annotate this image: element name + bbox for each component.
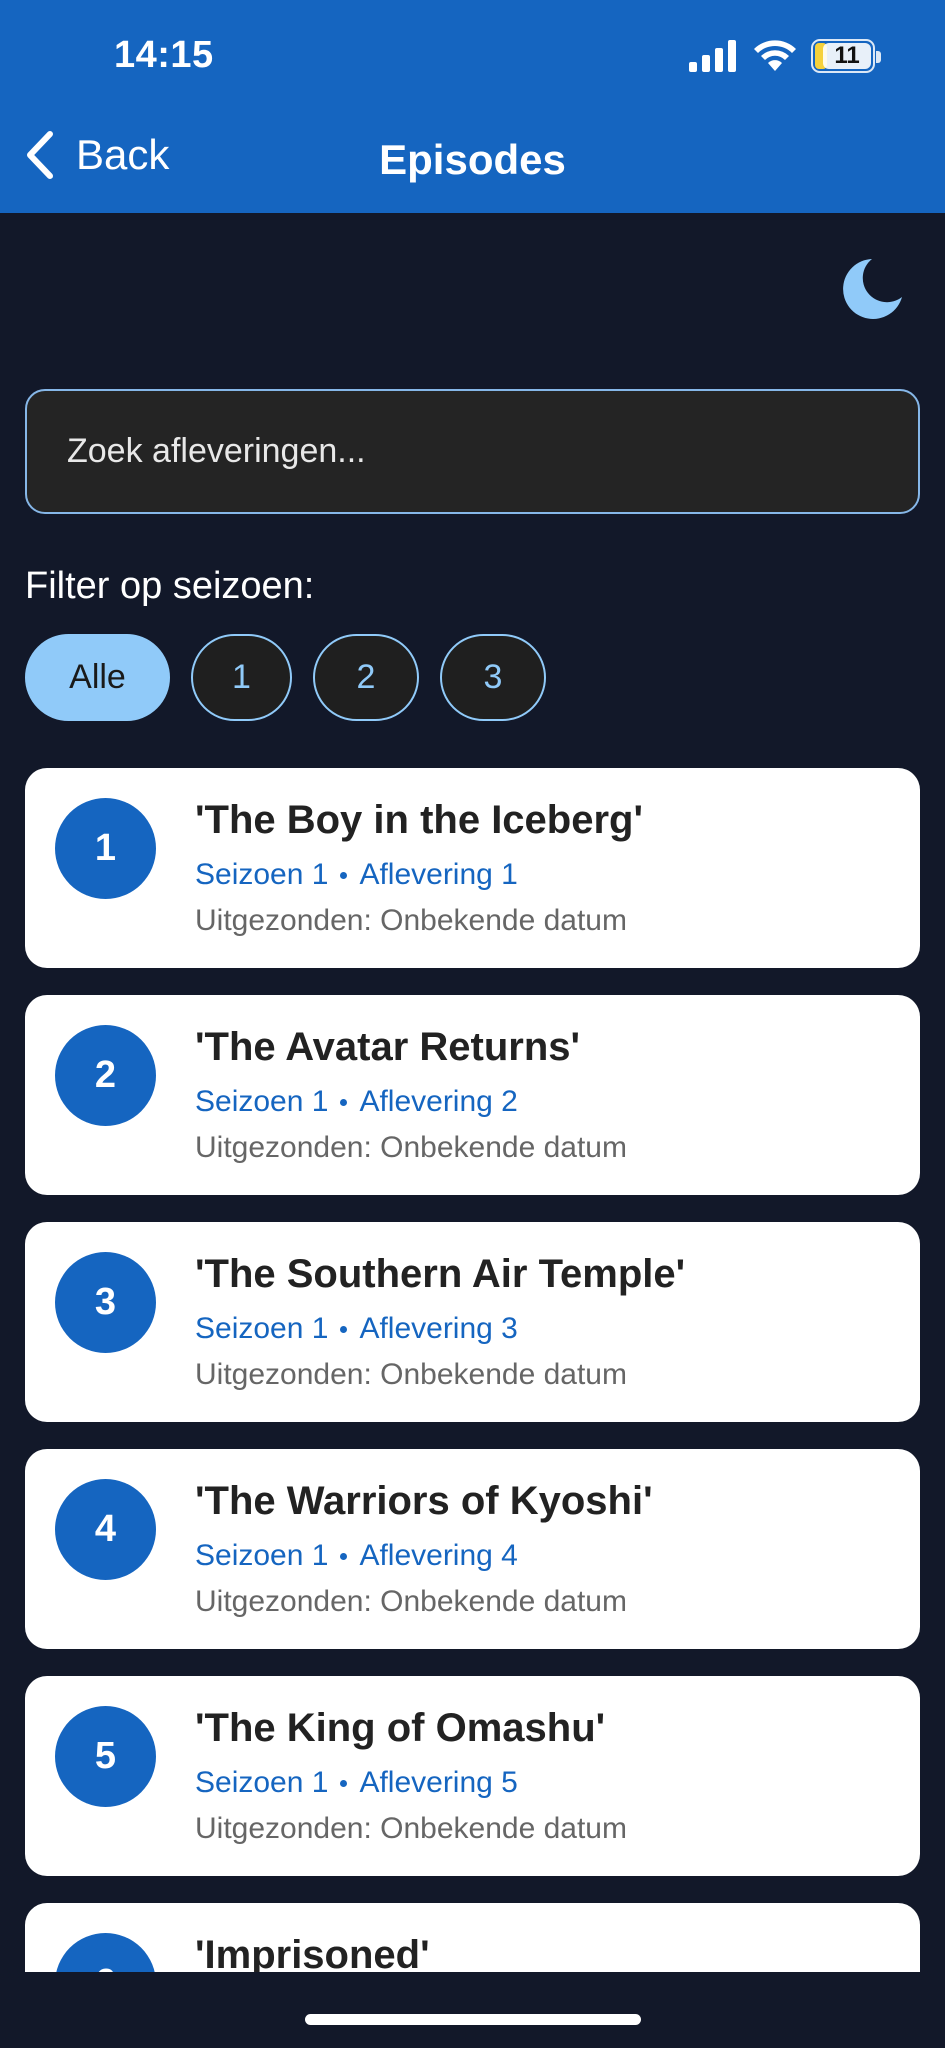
episode-number-label: Aflevering 2 (359, 1085, 518, 1118)
episode-meta: Seizoen 1 Aflevering 4 (195, 1539, 518, 1573)
episode-number-badge: 5 (55, 1706, 156, 1807)
episode-number-label: Aflevering 4 (359, 1539, 518, 1572)
episode-aired: Uitgezonden: Onbekende datum (195, 1131, 627, 1164)
search-input[interactable] (25, 389, 920, 514)
header-bar: 14:15 11 Back Episodes (0, 0, 945, 213)
filter-label: Filter op seizoen: (25, 565, 315, 607)
episode-card[interactable]: 5 'The King of Omashu' Seizoen 1 Aflever… (25, 1676, 920, 1876)
episode-title: 'The Southern Air Temple' (195, 1252, 686, 1296)
episode-number-badge: 1 (55, 798, 156, 899)
episode-number-label: Aflevering 1 (359, 858, 518, 891)
season-filter: Alle 1 2 3 (25, 634, 546, 721)
wifi-icon (753, 39, 797, 73)
episode-season: Seizoen 1 (195, 858, 329, 891)
status-time: 14:15 (114, 34, 214, 76)
episode-aired: Uitgezonden: Onbekende datum (195, 904, 627, 937)
episode-season: Seizoen 1 (195, 1312, 329, 1345)
battery-icon: 11 (811, 39, 881, 73)
episode-card[interactable]: 3 'The Southern Air Temple' Seizoen 1 Af… (25, 1222, 920, 1422)
separator-dot (340, 1325, 348, 1333)
page-title: Episodes (379, 136, 566, 183)
moon-icon (843, 259, 902, 319)
episode-meta: Seizoen 1 Aflevering 3 (195, 1312, 518, 1346)
episode-season: Seizoen 1 (195, 1539, 329, 1572)
theme-toggle-button[interactable] (838, 255, 906, 323)
episode-card[interactable]: 1 'The Boy in the Iceberg' Seizoen 1 Afl… (25, 768, 920, 968)
episode-title: 'The Avatar Returns' (195, 1025, 581, 1069)
filter-chip-season-2[interactable]: 2 (313, 634, 419, 721)
episode-title: 'The King of Omashu' (195, 1706, 606, 1750)
episode-number-label: Aflevering 3 (359, 1312, 518, 1345)
episode-list: 1 'The Boy in the Iceberg' Seizoen 1 Afl… (25, 768, 920, 2048)
episode-card[interactable]: 4 'The Warriors of Kyoshi' Seizoen 1 Afl… (25, 1449, 920, 1649)
separator-dot (340, 1098, 348, 1106)
separator-dot (340, 1552, 348, 1560)
episode-number-label: Aflevering 5 (359, 1766, 518, 1799)
episode-season: Seizoen 1 (195, 1085, 329, 1118)
filter-chip-all[interactable]: Alle (25, 634, 170, 721)
filter-chip-season-3[interactable]: 3 (440, 634, 546, 721)
episode-meta: Seizoen 1 Aflevering 1 (195, 858, 518, 892)
signal-icon (689, 40, 739, 72)
episode-aired: Uitgezonden: Onbekende datum (195, 1358, 627, 1391)
episode-aired: Uitgezonden: Onbekende datum (195, 1812, 627, 1845)
filter-chip-season-1[interactable]: 1 (191, 634, 292, 721)
episode-meta: Seizoen 1 Aflevering 5 (195, 1766, 518, 1800)
home-indicator[interactable] (305, 2014, 641, 2025)
episode-card[interactable]: 2 'The Avatar Returns' Seizoen 1 Aflever… (25, 995, 920, 1195)
episode-meta: Seizoen 1 Aflevering 2 (195, 1085, 518, 1119)
episode-number-badge: 2 (55, 1025, 156, 1126)
episode-number-badge: 3 (55, 1252, 156, 1353)
episode-number-badge: 4 (55, 1479, 156, 1580)
separator-dot (340, 871, 348, 879)
episode-season: Seizoen 1 (195, 1766, 329, 1799)
bottom-safe-area (0, 1972, 945, 2048)
battery-level: 11 (823, 42, 871, 69)
episode-title: 'The Boy in the Iceberg' (195, 798, 643, 842)
episode-title: 'The Warriors of Kyoshi' (195, 1479, 653, 1523)
episode-aired: Uitgezonden: Onbekende datum (195, 1585, 627, 1618)
separator-dot (340, 1779, 348, 1787)
status-icons: 11 (689, 36, 881, 76)
